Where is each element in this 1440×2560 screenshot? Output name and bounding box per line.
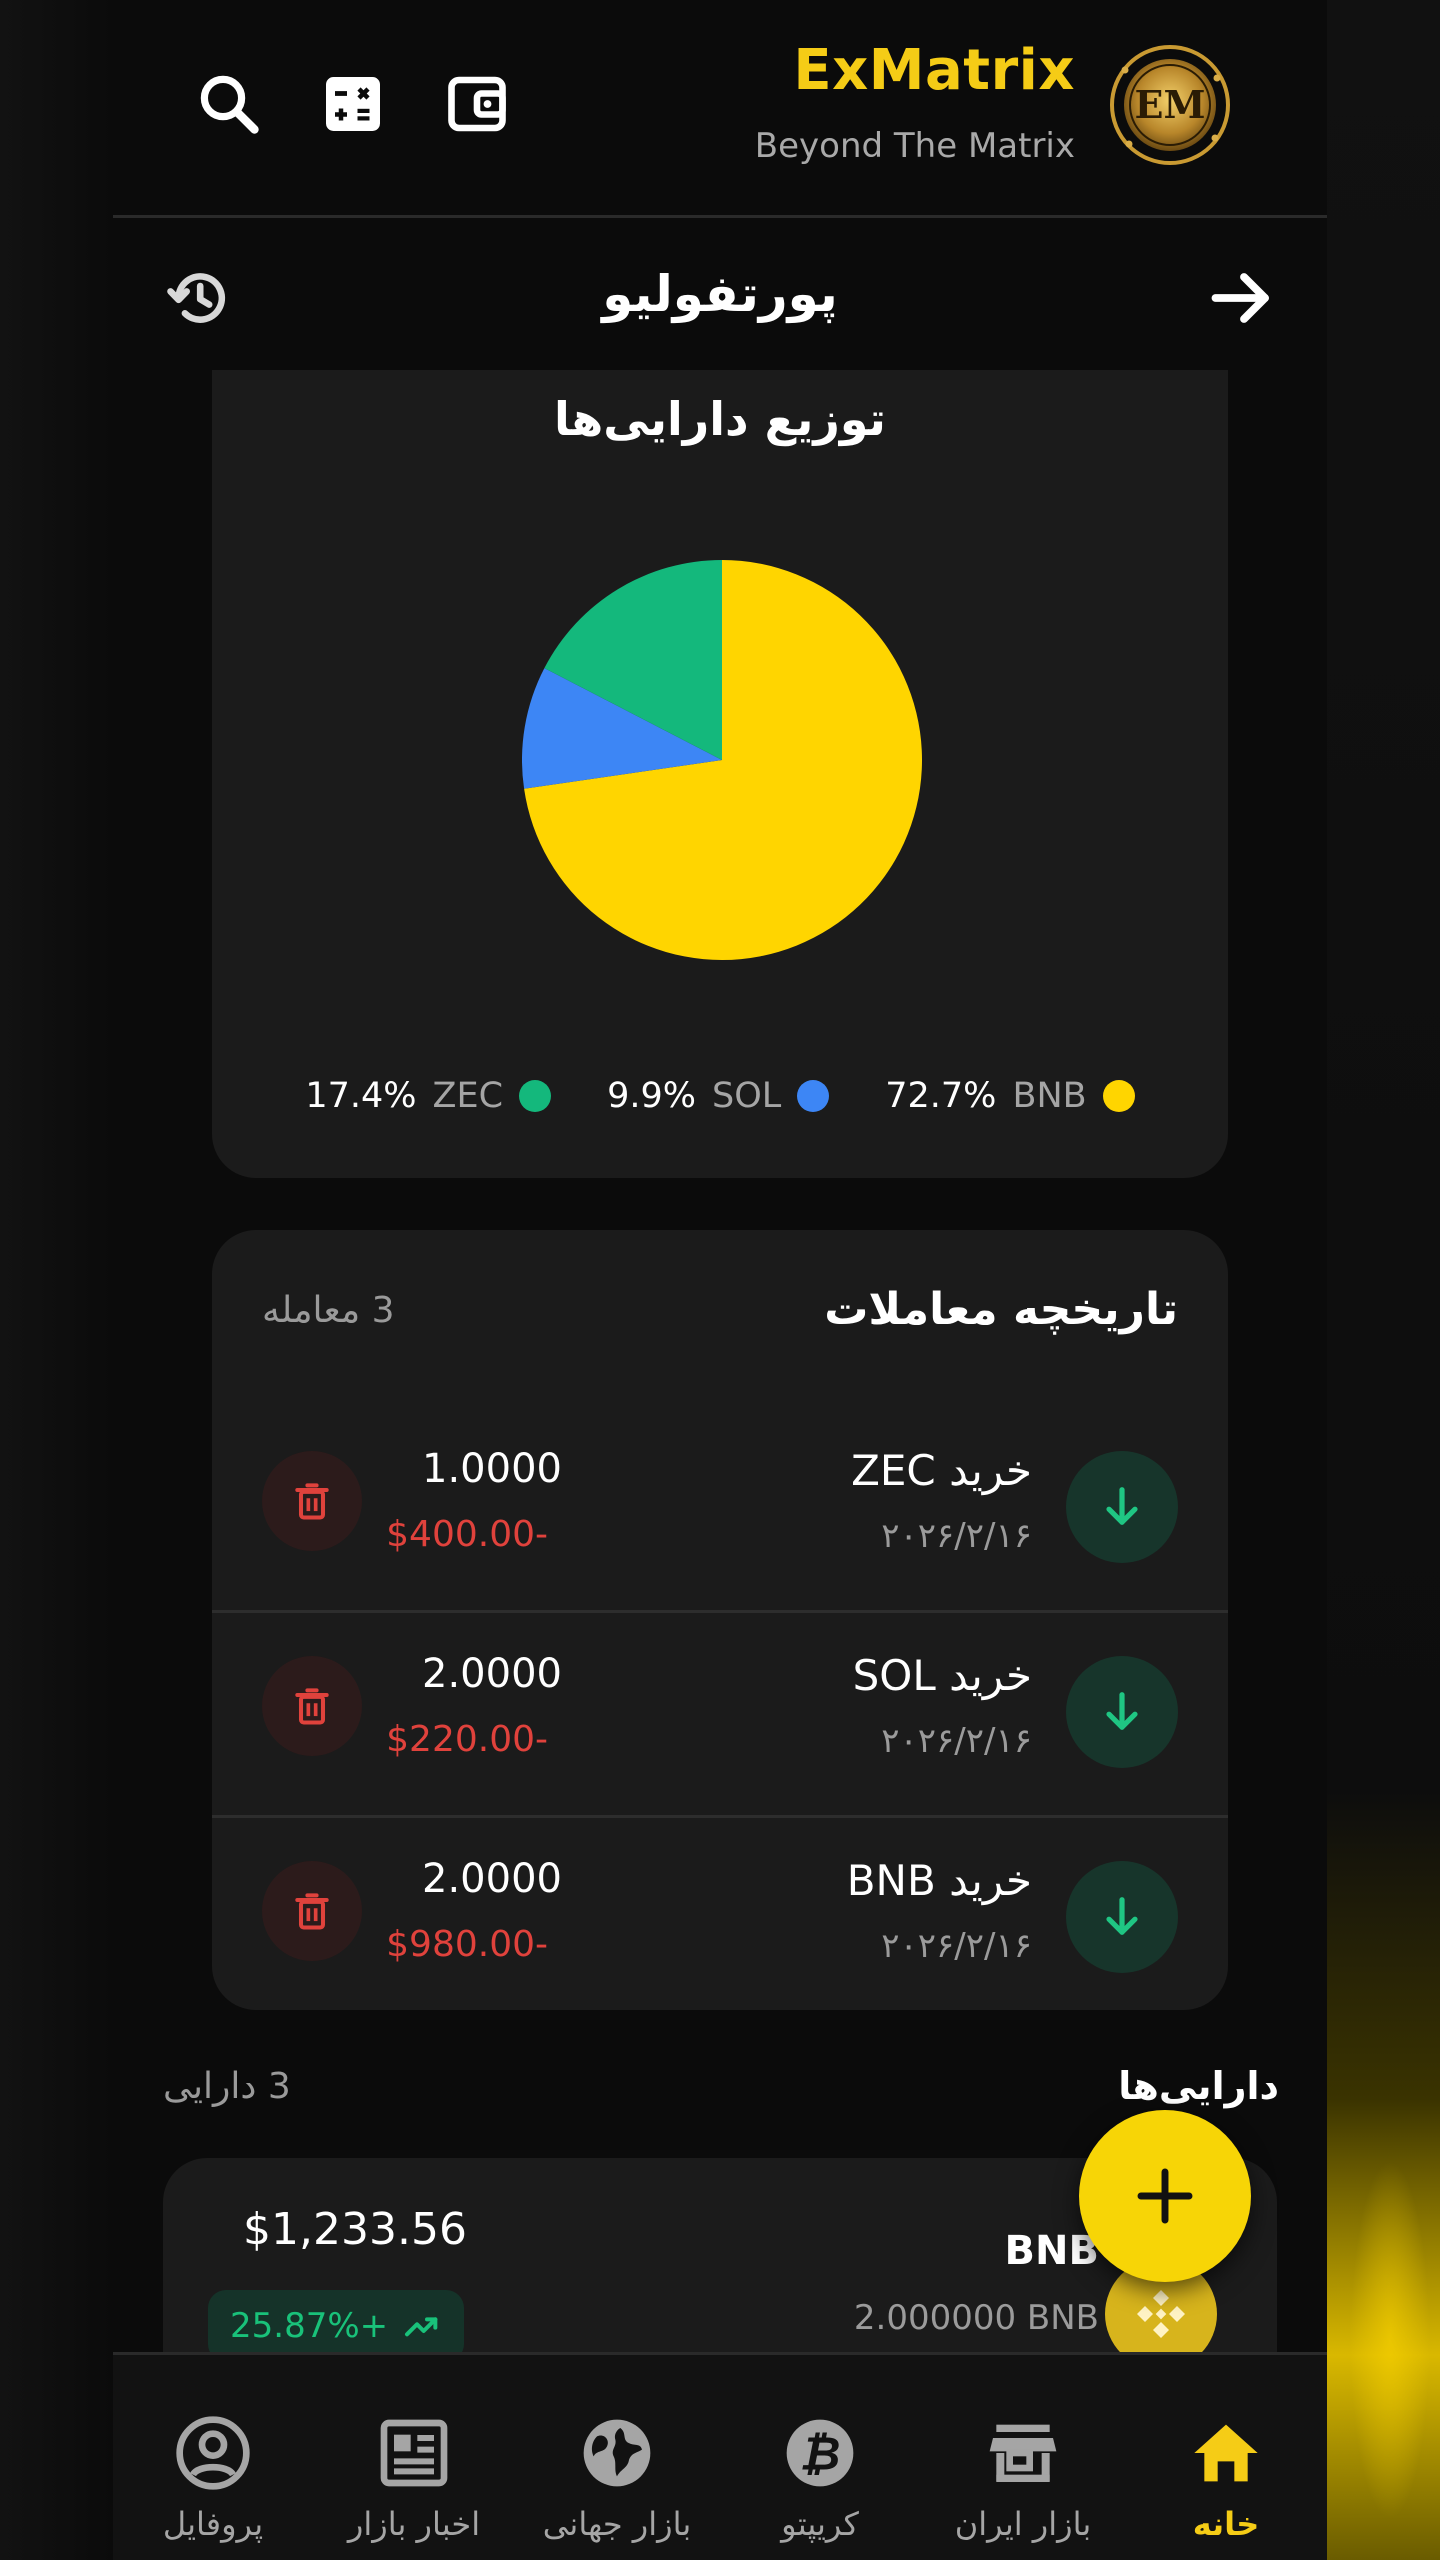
delete-transaction-button[interactable]: [262, 1861, 362, 1961]
legend-dot: [1102, 1080, 1135, 1112]
transactions-title: تاریخچه معاملات: [824, 1284, 1178, 1335]
buy-indicator: [1066, 1656, 1178, 1768]
legend-item-sol: SOL 9.9%: [607, 1076, 830, 1116]
transaction-date: ۲۰۲۶/۲/۱۶: [881, 1926, 1032, 1966]
distribution-legend: BNB 72.7% SOL 9.9% ZEC 17.4%: [212, 1076, 1228, 1116]
transactions-count: 3 معامله: [262, 1290, 395, 1331]
nav-item-profile[interactable]: پروفایل: [113, 2355, 313, 2560]
nav-item-crypto[interactable]: ₿ کریپتو: [720, 2355, 920, 2560]
buy-indicator: [1066, 1451, 1178, 1563]
nav-item-market-news[interactable]: اخبار بازار: [314, 2355, 514, 2560]
globe-icon: [583, 2419, 651, 2487]
transactions-card: تاریخچه معاملات 3 معامله خرید ZEC ۲۰۲۶/۲…: [212, 1230, 1228, 2010]
asset-name: BNB: [1004, 2228, 1099, 2274]
transaction-date: ۲۰۲۶/۲/۱۶: [881, 1516, 1032, 1556]
profile-icon: [176, 2416, 250, 2490]
legend-name: BNB: [1012, 1076, 1087, 1116]
page-titlebar: پورتفولیو: [113, 221, 1327, 371]
legend-dot: [519, 1080, 552, 1112]
legend-item-zec: ZEC 17.4%: [305, 1076, 552, 1116]
nav-label: پروفایل: [162, 2505, 264, 2543]
nav-label: بازار ایران: [954, 2505, 1092, 2543]
asset-change-value: 25.87%+: [230, 2306, 389, 2346]
transaction-row[interactable]: خرید BNB ۲۰۲۶/۲/۱۶ 2.0000 $980.00-: [212, 1818, 1228, 2023]
home-icon: [1194, 2424, 1258, 2482]
nav-item-iran-market[interactable]: بازار ایران: [923, 2355, 1123, 2560]
app-screen: ExMatrix Beyond The Matrix EM پورتفولیو: [113, 0, 1327, 2560]
delete-transaction-button[interactable]: [262, 1656, 362, 1756]
history-icon[interactable]: [163, 262, 235, 334]
transaction-row[interactable]: خرید ZEC ۲۰۲۶/۲/۱۶ 1.0000 $400.00-: [212, 1408, 1228, 1613]
side-glow: [1350, 2160, 1430, 2520]
nav-label: خانه: [1192, 2505, 1260, 2543]
brand-title: ExMatrix: [793, 38, 1075, 103]
trash-icon: [295, 1483, 329, 1520]
legend-name: ZEC: [432, 1076, 504, 1116]
logo-text: EM: [1134, 82, 1205, 127]
transaction-label: خرید ZEC: [851, 1446, 1032, 1495]
assets-title: دارایی‌ها: [1118, 2064, 1279, 2108]
distribution-title: توزیع دارایی‌ها: [554, 392, 886, 446]
nav-item-home[interactable]: خانه: [1126, 2355, 1326, 2560]
transaction-row[interactable]: خرید SOL ۲۰۲۶/۲/۱۶ 2.0000 $220.00-: [212, 1613, 1228, 1818]
calculator-icon[interactable]: [317, 68, 389, 140]
arrow-down-icon: [1106, 1692, 1138, 1730]
page-title: پورتفولیو: [602, 265, 838, 323]
app-header: ExMatrix Beyond The Matrix EM: [113, 0, 1327, 218]
side-background-left: [0, 0, 113, 2560]
legend-percent: 72.7%: [885, 1076, 997, 1116]
legend-item-bnb: BNB 72.7%: [885, 1076, 1135, 1116]
buy-indicator: [1066, 1861, 1178, 1973]
distribution-pie-chart: [522, 560, 922, 960]
store-icon: [989, 2424, 1057, 2482]
asset-quantity: 2.000000 BNB: [853, 2298, 1099, 2338]
transaction-date: ۲۰۲۶/۲/۱۶: [881, 1721, 1032, 1761]
delete-transaction-button[interactable]: [262, 1451, 362, 1551]
legend-percent: 9.9%: [607, 1076, 696, 1116]
nav-label: اخبار بازار: [347, 2505, 481, 2543]
add-asset-button[interactable]: [1079, 2110, 1251, 2282]
transaction-quantity: 2.0000: [422, 1856, 562, 1902]
legend-percent: 17.4%: [305, 1076, 417, 1116]
arrow-right-icon[interactable]: [1205, 262, 1277, 334]
bnb-icon: [1137, 2290, 1185, 2338]
brand-subtitle: Beyond The Matrix: [754, 126, 1075, 166]
trash-icon: [295, 1688, 329, 1725]
assets-count: 3 دارایی: [163, 2066, 291, 2107]
news-icon: [380, 2419, 448, 2487]
arrow-down-icon: [1106, 1487, 1138, 1525]
trash-icon: [295, 1893, 329, 1930]
legend-name: SOL: [711, 1076, 782, 1116]
bitcoin-icon: ₿: [786, 2419, 854, 2487]
transaction-label: خرید SOL: [852, 1651, 1032, 1700]
wallet-icon[interactable]: [441, 68, 513, 140]
transaction-quantity: 1.0000: [422, 1446, 562, 1492]
search-icon[interactable]: [193, 68, 265, 140]
svg-text:₿: ₿: [800, 2428, 841, 2482]
nav-label: کریپتو: [781, 2505, 859, 2543]
transaction-label: خرید BNB: [846, 1856, 1032, 1905]
brand-logo: EM: [1110, 45, 1230, 165]
bottom-navigation: خانه بازار ایران ₿ کریپتو بازار جهانی اخ…: [113, 2352, 1327, 2560]
nav-item-global-market[interactable]: بازار جهانی: [517, 2355, 717, 2560]
distribution-card: توزیع دارایی‌ها BNB 72.7% SOL 9.9% ZEC 17.4%: [212, 370, 1228, 1178]
legend-dot: [797, 1080, 830, 1112]
nav-label: بازار جهانی: [542, 2505, 692, 2543]
asset-value: $1,233.56: [243, 2204, 467, 2255]
arrow-down-icon: [1106, 1897, 1138, 1935]
plus-icon: [1137, 2168, 1193, 2224]
trending-up-icon: [405, 2317, 438, 2337]
transaction-quantity: 2.0000: [422, 1651, 562, 1697]
